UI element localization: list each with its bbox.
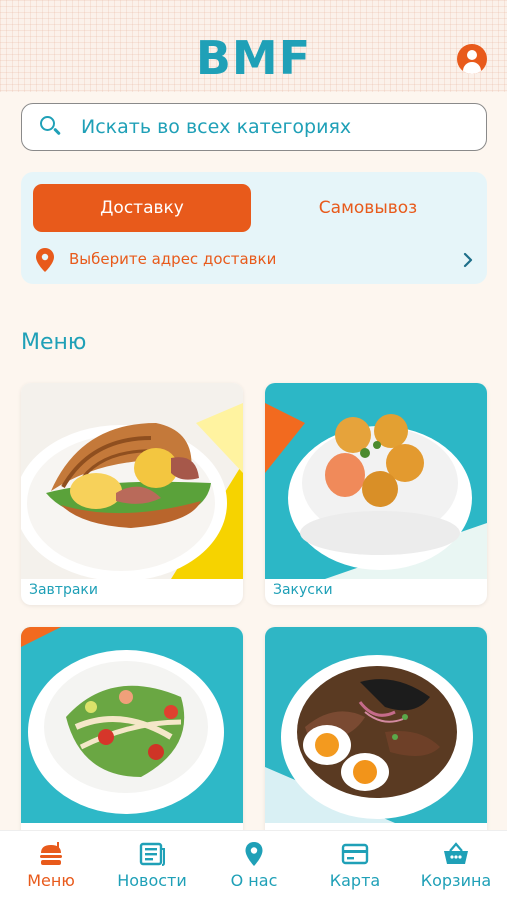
tab-news[interactable]: Новости	[104, 841, 200, 890]
location-pin-icon	[36, 248, 54, 272]
bottom-tab-bar: Меню Новости О нас Карта Корзина	[0, 830, 507, 900]
chevron-right-icon[interactable]	[463, 252, 473, 268]
app-header: BMF	[0, 0, 507, 92]
tab-label: Новости	[117, 871, 187, 890]
tab-delivery[interactable]: Доставку	[33, 184, 251, 232]
category-card-salads[interactable]	[21, 627, 243, 849]
search-bar[interactable]: Искать во всех категориях	[21, 103, 487, 151]
ramen-image	[265, 627, 487, 823]
tab-cart[interactable]: Корзина	[408, 841, 504, 890]
category-label: Закуски	[273, 582, 333, 598]
snacks-image	[265, 383, 487, 579]
category-card-snacks[interactable]: Закуски	[265, 383, 487, 605]
news-icon	[139, 842, 165, 866]
profile-icon[interactable]	[457, 44, 487, 74]
brand-logo: BMF	[195, 31, 312, 85]
tab-pickup[interactable]: Самовывоз	[261, 184, 475, 232]
tab-about[interactable]: О нас	[206, 841, 302, 890]
basket-icon	[444, 842, 468, 864]
breakfast-image	[21, 383, 243, 579]
tab-label: О нас	[230, 871, 278, 890]
salad-image	[21, 627, 243, 823]
tab-label: Корзина	[420, 871, 492, 890]
location-pin-icon	[245, 842, 263, 866]
burger-icon	[40, 842, 62, 865]
delivery-panel: Доставку Самовывоз Выберите адрес достав…	[21, 172, 487, 284]
menu-section-title: Меню	[21, 330, 87, 355]
address-selector[interactable]: Выберите адрес доставки	[69, 248, 276, 270]
category-label: Завтраки	[29, 582, 98, 598]
search-icon	[39, 115, 63, 139]
tab-card[interactable]: Карта	[307, 841, 403, 890]
tab-label: Меню	[27, 871, 75, 890]
category-card-breakfast[interactable]: Завтраки	[21, 383, 243, 605]
search-input[interactable]: Искать во всех категориях	[81, 116, 351, 138]
tab-label: Карта	[329, 871, 381, 890]
tab-menu[interactable]: Меню	[3, 841, 99, 890]
category-card-soups[interactable]	[265, 627, 487, 849]
card-icon	[341, 843, 369, 865]
